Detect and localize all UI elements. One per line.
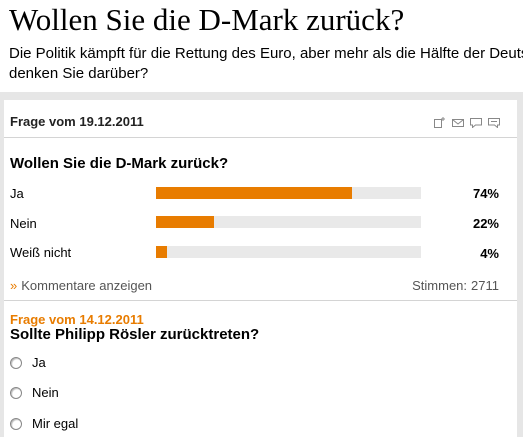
- next-poll-option-label: Mir egal: [32, 416, 79, 431]
- next-poll-option-label: Ja: [32, 355, 46, 370]
- next-poll-question: Sollte Philipp Rösler zurücktreten?: [10, 326, 260, 343]
- comments-arrow-icon: »: [10, 278, 18, 293]
- intro-line-2: denken Sie darüber?: [9, 65, 149, 82]
- vote-count-label: Stimmen:: [412, 278, 468, 293]
- mail-icon[interactable]: [452, 117, 464, 128]
- poll-divider: [4, 300, 517, 301]
- result-percent-ja: 74%: [472, 186, 499, 201]
- vote-count-value: 2711: [471, 278, 499, 293]
- result-bar-fill-nein: [156, 216, 215, 228]
- result-bar-fill-ja: [156, 187, 353, 199]
- next-poll-option-label: Nein: [32, 385, 59, 400]
- next-poll-date: Frage vom 14.12.2011: [10, 312, 144, 327]
- speech-bubble-icon[interactable]: [488, 117, 500, 128]
- page-title: Wollen Sie die D-Mark zurück?: [9, 2, 405, 37]
- intro-text: Die Politik kämpft für die Rettung des E…: [9, 44, 523, 84]
- option-label-nein: Nein: [10, 216, 37, 231]
- intro-line-1: Die Politik kämpft für die Rettung des E…: [9, 45, 523, 62]
- poll-box: Frage vom 19.12.2011 Wollen Sie die D-Ma…: [0, 92, 523, 437]
- comment-icon[interactable]: [470, 117, 482, 128]
- header-divider: [4, 137, 517, 138]
- poll-question: Wollen Sie die D-Mark zurück?: [10, 155, 229, 172]
- result-percent-weiss-nicht: 4%: [480, 246, 499, 261]
- result-bar-ja: [156, 187, 421, 199]
- poll-date: Frage vom 19.12.2011: [10, 114, 144, 129]
- option-label-weiss-nicht: Weiß nicht: [10, 245, 72, 260]
- poll-panel: Frage vom 19.12.2011 Wollen Sie die D-Ma…: [4, 100, 517, 437]
- result-percent-nein: 22%: [472, 216, 499, 231]
- show-comments-link[interactable]: » Kommentare anzeigen: [10, 278, 152, 293]
- vote-count: Stimmen: 2711: [354, 278, 499, 293]
- bookmark-add-icon[interactable]: [434, 117, 446, 128]
- show-comments-label: Kommentare anzeigen: [21, 278, 153, 293]
- radio-button[interactable]: [10, 357, 22, 369]
- result-bar-fill-weiss-nicht: [156, 246, 167, 258]
- result-bar-nein: [156, 216, 421, 228]
- radio-button[interactable]: [10, 387, 22, 399]
- option-label-ja: Ja: [10, 186, 24, 201]
- result-bar-weiss-nicht: [156, 246, 421, 258]
- radio-button[interactable]: [10, 418, 22, 430]
